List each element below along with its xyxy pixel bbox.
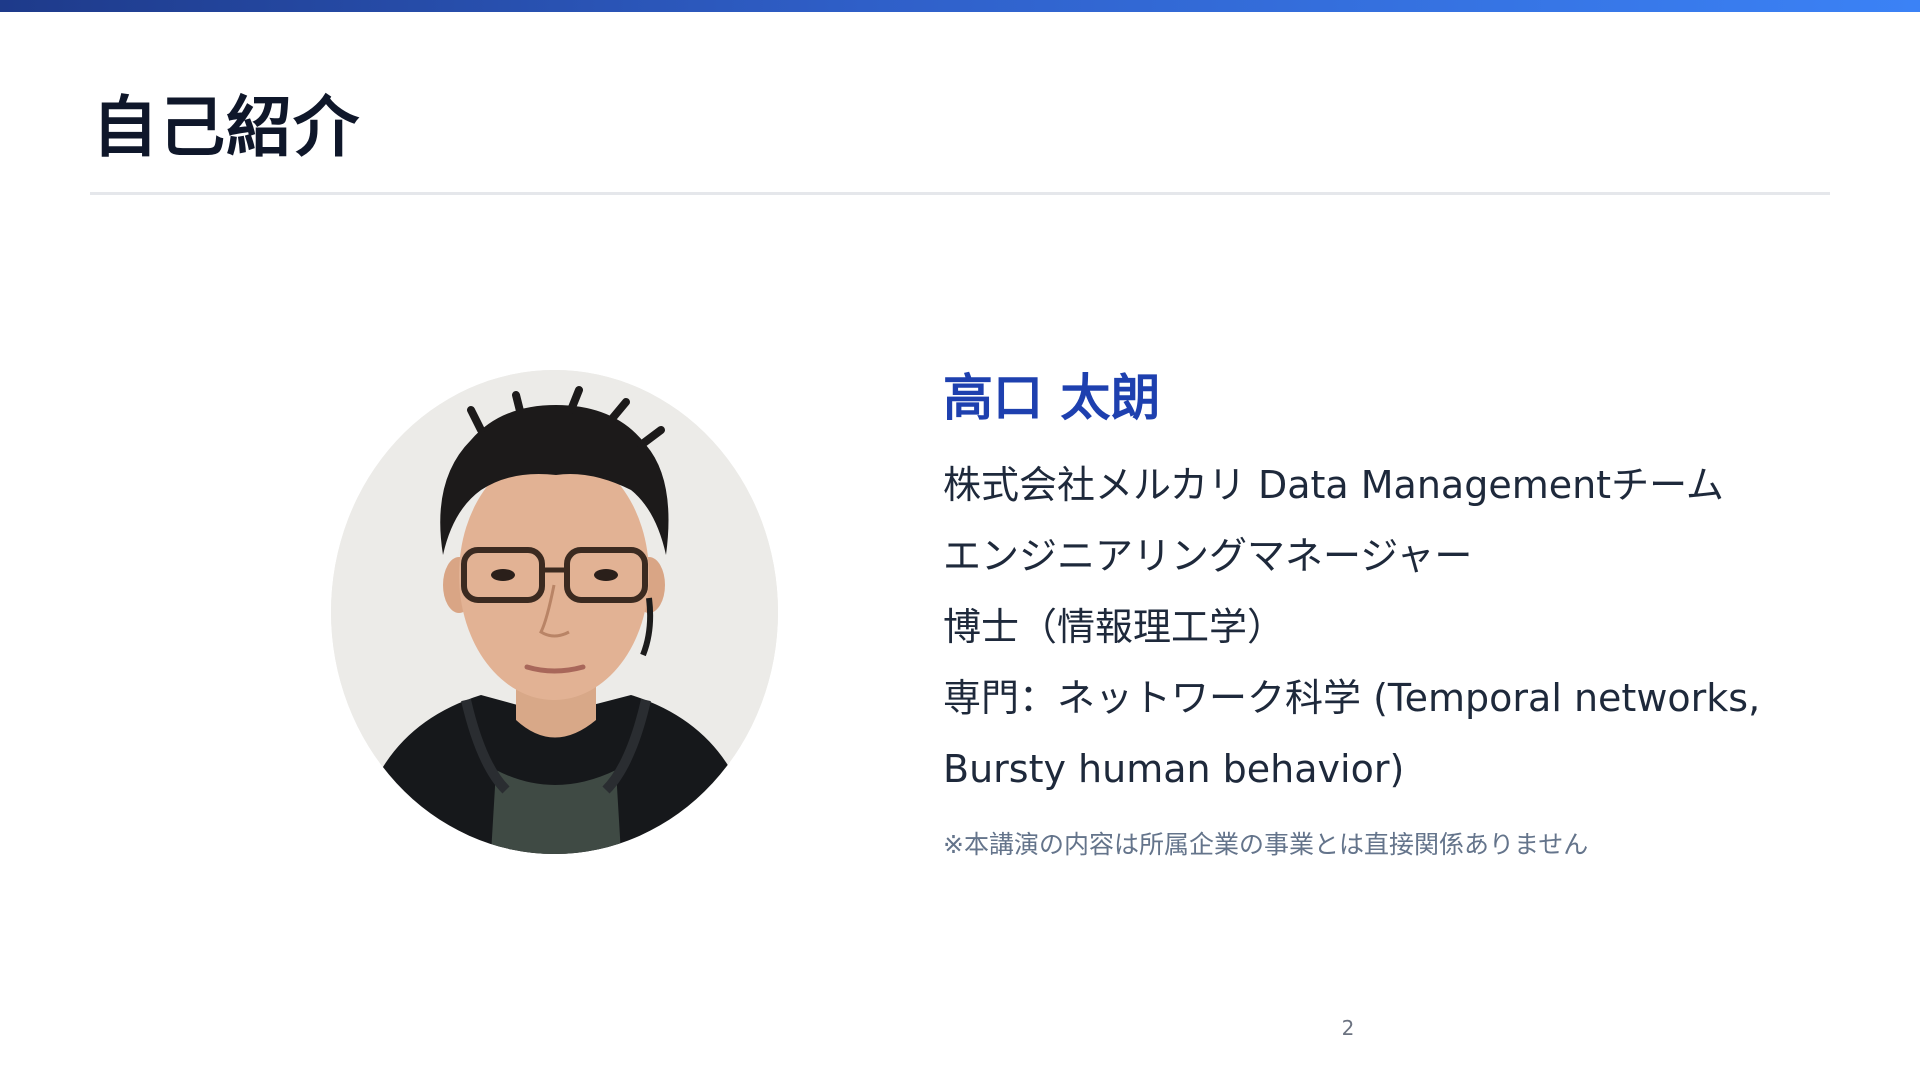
disclaimer-note: ※本講演の内容は所属企業の事業とは直接関係ありません (943, 830, 1589, 859)
portrait-illustration (331, 370, 778, 854)
page-number: 2 (1341, 1016, 1355, 1040)
profile-photo (331, 370, 778, 854)
profile-expertise: 専門：ネットワーク科学 (Temporal networks, (943, 676, 1761, 720)
profile-degree: 博士（情報理工学） (943, 605, 1286, 649)
slide: 自己紹介 高口 太朗 株式会社メルカリ Data Managementチーム エ… (0, 0, 1920, 1080)
slide-title: 自己紹介 (92, 89, 360, 166)
profile-role: エンジニアリングマネージャー (943, 534, 1473, 578)
profile-name: 高口 太朗 (943, 369, 1161, 427)
profile-affiliation: 株式会社メルカリ Data Managementチーム (943, 463, 1724, 507)
profile-info: 高口 太朗 株式会社メルカリ Data Managementチーム エンジニアリ… (943, 368, 1843, 862)
profile-expertise-continued: Bursty human behavior) (943, 747, 1405, 791)
top-accent-bar (0, 0, 1920, 12)
title-divider (90, 192, 1830, 195)
